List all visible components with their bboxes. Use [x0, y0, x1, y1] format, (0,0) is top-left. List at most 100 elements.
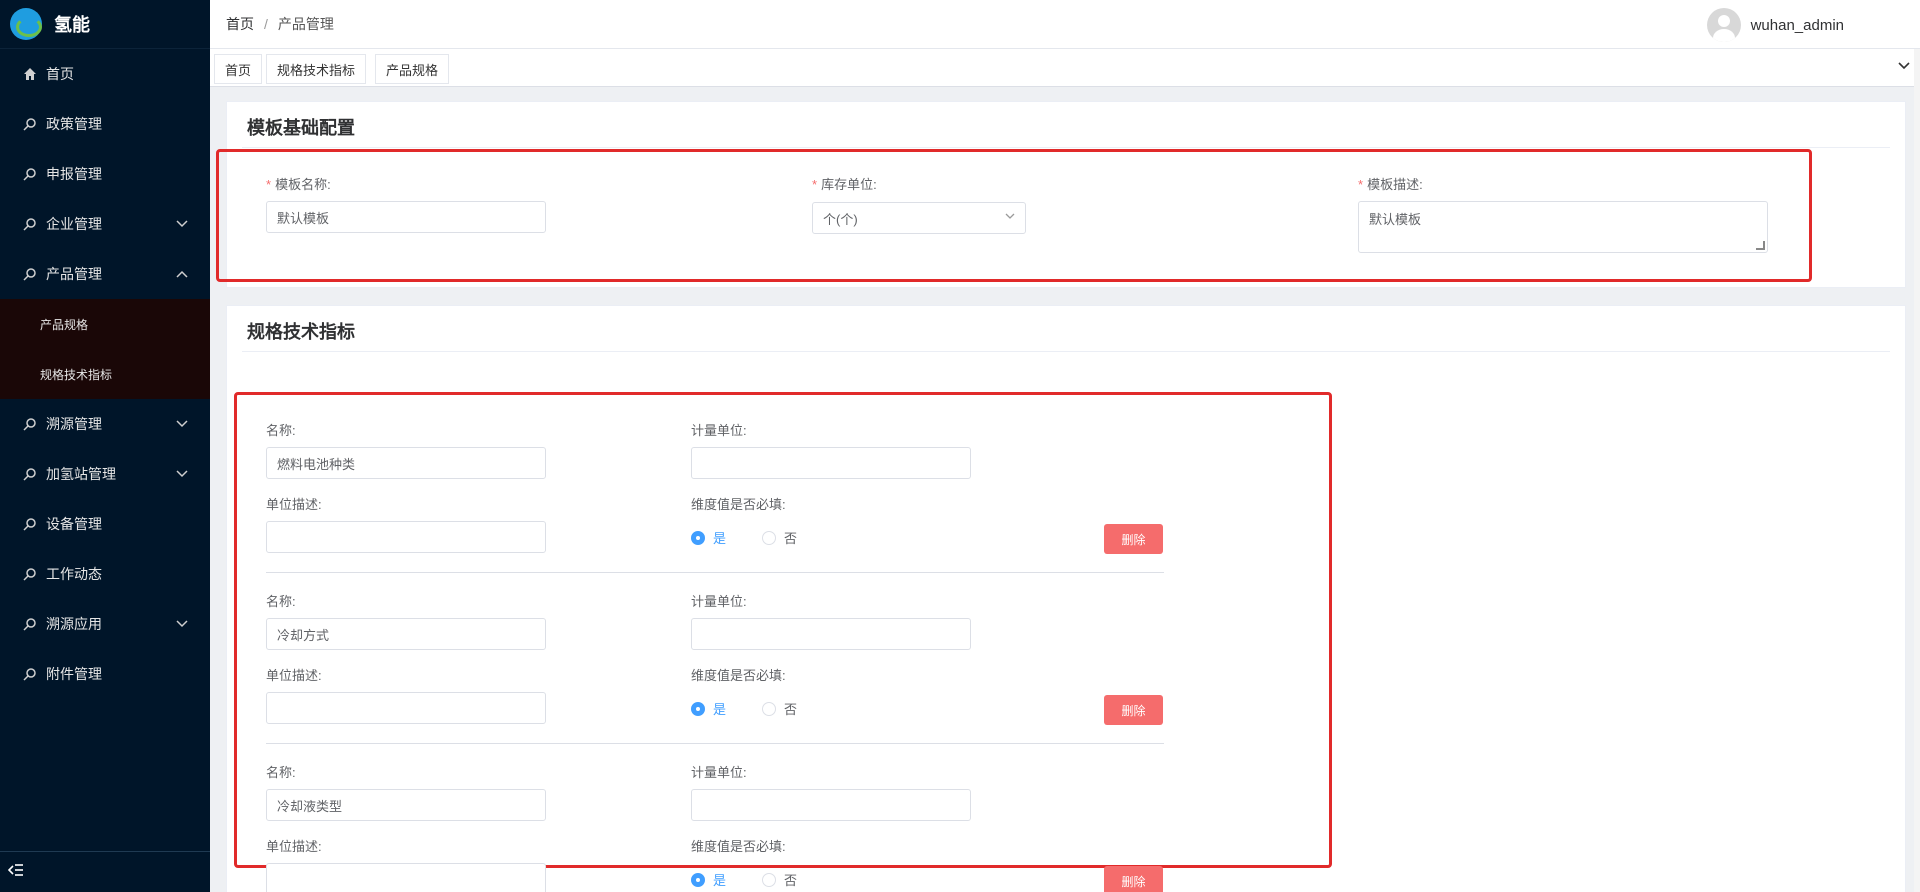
page-scrollbar[interactable] — [1914, 49, 1920, 892]
delete-button[interactable]: 删除 — [1104, 695, 1163, 725]
template-name-input[interactable]: 默认模板 — [266, 201, 546, 233]
stock-unit-select[interactable]: 个(个) — [812, 202, 1026, 234]
template-desc-label: * 模板描述: — [1358, 177, 1423, 192]
sidebar-item-home[interactable]: 首页 — [0, 49, 210, 99]
required-radio-group: 是 否 — [691, 870, 833, 889]
unit-desc-input[interactable] — [266, 692, 546, 724]
required-label: 维度值是否必填: — [691, 497, 786, 512]
sidebar-subitem-spec-indicators[interactable]: 规格技术指标 — [0, 349, 210, 399]
search-icon — [22, 616, 38, 632]
indicator-name-input[interactable]: 冷却方式 — [266, 618, 546, 650]
radio-no[interactable] — [762, 530, 777, 545]
sidebar-item-policy[interactable]: 政策管理 — [0, 99, 210, 149]
search-icon — [22, 466, 38, 482]
sidebar-item-label: 产品管理 — [46, 266, 102, 282]
radio-yes[interactable] — [691, 872, 705, 887]
sidebar-item-label: 附件管理 — [46, 666, 102, 682]
divider — [242, 147, 1890, 148]
required-radio-group: 是 否 — [691, 699, 833, 718]
indicator-name-input[interactable]: 燃料电池种类 — [266, 447, 546, 479]
measure-unit-input[interactable] — [691, 789, 971, 821]
username[interactable]: wuhan_admin — [1751, 17, 1844, 34]
unit-desc-label: 单位描述: — [266, 839, 322, 854]
sidebar-item-product[interactable]: 产品管理 — [0, 249, 210, 299]
tag-spec-indicators[interactable]: 规格技术指标 — [266, 54, 367, 84]
divider — [242, 351, 1890, 352]
radio-yes-label[interactable]: 是 — [713, 528, 726, 547]
home-icon — [22, 66, 38, 82]
radio-no-label[interactable]: 否 — [784, 528, 797, 547]
logo-icon — [10, 8, 42, 40]
sidebar-subitem-product-spec[interactable]: 产品规格 — [0, 299, 210, 349]
indicator-name-input[interactable]: 冷却液类型 — [266, 789, 546, 821]
template-desc-value: 默认模板 — [1369, 212, 1422, 227]
search-icon — [22, 516, 38, 532]
chevron-down-icon[interactable] — [1898, 58, 1910, 73]
name-label: 名称: — [266, 423, 296, 438]
radio-yes[interactable] — [691, 701, 705, 716]
delete-button[interactable]: 删除 — [1104, 524, 1163, 554]
app-logo[interactable]: 氢能 — [0, 0, 210, 49]
breadcrumb-home[interactable]: 首页 — [226, 14, 254, 34]
breadcrumb-separator: / — [264, 16, 268, 32]
unit-desc-label: 单位描述: — [266, 497, 322, 512]
search-icon — [22, 416, 38, 432]
sidebar-item-hydrogen-station[interactable]: 加氢站管理 — [0, 449, 210, 499]
sidebar-item-traceability-apps[interactable]: 溯源应用 — [0, 599, 210, 649]
unit-desc-input[interactable] — [266, 863, 546, 892]
unit-label: 计量单位: — [691, 765, 747, 780]
chevron-up-icon — [176, 267, 188, 281]
breadcrumb-current: 产品管理 — [277, 16, 334, 32]
collapse-icon — [7, 863, 24, 881]
name-label: 名称: — [266, 594, 296, 609]
radio-yes-label[interactable]: 是 — [713, 699, 726, 718]
search-icon — [22, 216, 38, 232]
sidebar-item-label: 企业管理 — [46, 216, 102, 232]
sidebar-item-declaration[interactable]: 申报管理 — [0, 149, 210, 199]
tags-view: 首页 规格技术指标 产品规格 — [210, 49, 1920, 87]
sidebar-item-attachments[interactable]: 附件管理 — [0, 649, 210, 699]
unit-desc-input[interactable] — [266, 521, 546, 553]
tag-product-spec[interactable]: 产品规格 — [375, 54, 450, 84]
measure-unit-input[interactable] — [691, 618, 971, 650]
sidebar-item-label: 工作动态 — [46, 566, 102, 582]
search-icon — [22, 266, 38, 282]
app-name: 氢能 — [54, 15, 90, 35]
unit-desc-label: 单位描述: — [266, 668, 322, 683]
sidebar-item-work-news[interactable]: 工作动态 — [0, 549, 210, 599]
radio-yes[interactable] — [691, 530, 705, 545]
sidebar-item-enterprise[interactable]: 企业管理 — [0, 199, 210, 249]
template-desc-textarea[interactable]: 默认模板 — [1358, 201, 1768, 253]
radio-no[interactable] — [762, 872, 777, 887]
sidebar: 氢能 首页 政策管理 申报管理 企业管理 产品管理 产品规格 规格技术指标 溯源… — [0, 0, 210, 892]
required-label: 维度值是否必填: — [691, 839, 786, 854]
chevron-down-icon — [1005, 211, 1015, 223]
radio-yes-label[interactable]: 是 — [713, 870, 726, 889]
sidebar-item-equipment[interactable]: 设备管理 — [0, 499, 210, 549]
sidebar-collapse-button[interactable] — [0, 851, 210, 892]
search-icon — [22, 166, 38, 182]
row-divider — [266, 743, 1164, 744]
sidebar-item-label: 加氢站管理 — [46, 466, 116, 482]
measure-unit-input[interactable] — [691, 447, 971, 479]
avatar[interactable] — [1706, 8, 1741, 42]
radio-no-label[interactable]: 否 — [784, 870, 797, 889]
sidebar-item-label: 溯源应用 — [46, 616, 102, 632]
delete-button[interactable]: 删除 — [1104, 866, 1163, 892]
user-menu[interactable]: wuhan_admin — [1706, 8, 1844, 42]
template-config-title: 模板基础配置 — [247, 118, 355, 138]
stock-unit-value: 个(个) — [823, 211, 858, 227]
sidebar-item-traceability[interactable]: 溯源管理 — [0, 399, 210, 449]
tag-home[interactable]: 首页 — [214, 54, 263, 84]
row-divider — [266, 572, 1164, 573]
radio-no-label[interactable]: 否 — [784, 699, 797, 718]
template-name-label: * 模板名称: — [266, 177, 331, 192]
stock-unit-label: * 库存单位: — [812, 177, 877, 192]
required-radio-group: 是 否 — [691, 528, 833, 547]
resize-handle-icon[interactable] — [1756, 241, 1765, 250]
sidebar-item-label: 申报管理 — [46, 166, 102, 182]
sidebar-item-label: 溯源管理 — [46, 416, 102, 432]
breadcrumb: 首页 / 产品管理 — [226, 14, 334, 34]
radio-no[interactable] — [762, 701, 777, 716]
required-label: 维度值是否必填: — [691, 668, 786, 683]
